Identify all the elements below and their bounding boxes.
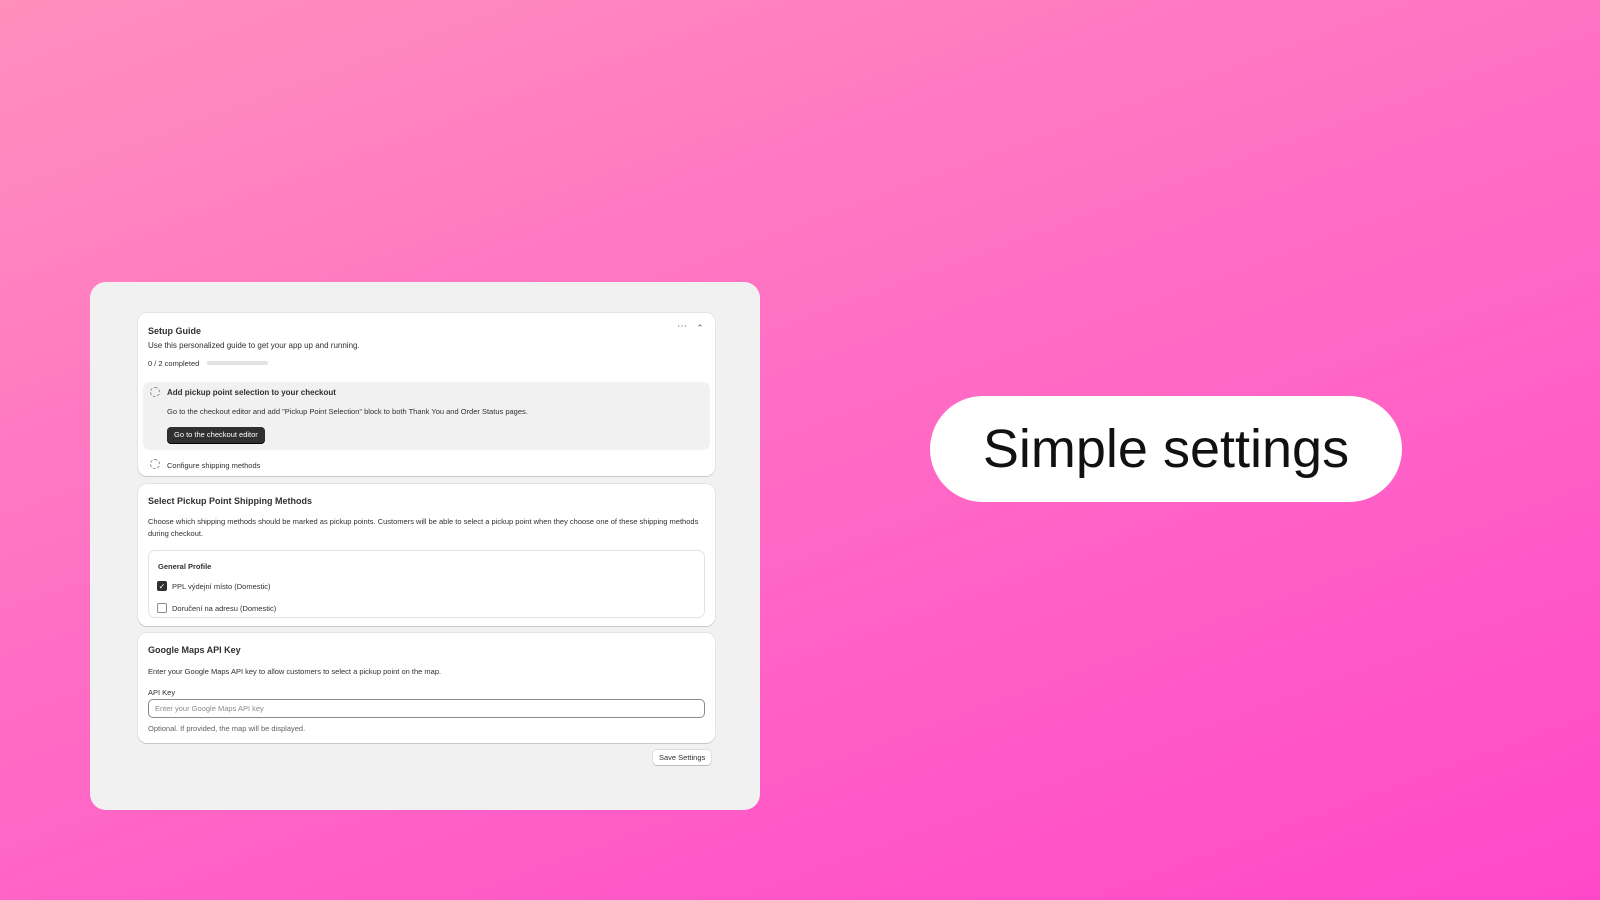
checkbox-checked[interactable]: ✓ bbox=[157, 581, 167, 591]
progress-bar bbox=[207, 361, 268, 365]
incomplete-circle-icon[interactable] bbox=[150, 459, 160, 469]
incomplete-circle-icon[interactable] bbox=[150, 387, 160, 397]
shipping-option-label[interactable]: Doručení na adresu (Domestic) bbox=[172, 604, 276, 613]
step-description: Go to the checkout editor and add "Picku… bbox=[167, 407, 528, 416]
progress-text: 0 / 2 completed bbox=[148, 359, 200, 368]
go-to-checkout-editor-button[interactable]: Go to the checkout editor bbox=[167, 427, 265, 443]
google-maps-title: Google Maps API Key bbox=[148, 645, 241, 655]
chevron-up-icon[interactable]: ⌃ bbox=[694, 322, 706, 334]
headline-pill: Simple settings bbox=[930, 396, 1402, 502]
api-key-label: API Key bbox=[148, 688, 176, 697]
step-title[interactable]: Configure shipping methods bbox=[167, 461, 260, 470]
checkbox-unchecked[interactable] bbox=[157, 603, 167, 613]
general-profile-box: General Profile ✓ PPL výdejní místo (Dom… bbox=[148, 550, 705, 618]
google-maps-description: Enter your Google Maps API key to allow … bbox=[148, 667, 442, 676]
ellipsis-icon[interactable]: ⋯ bbox=[675, 322, 689, 334]
shipping-methods-card: Select Pickup Point Shipping Methods Cho… bbox=[138, 484, 715, 626]
google-maps-card: Google Maps API Key Enter your Google Ma… bbox=[138, 633, 715, 743]
save-settings-button[interactable]: Save Settings bbox=[653, 750, 712, 765]
api-key-input[interactable] bbox=[148, 699, 705, 718]
step-title: Add pickup point selection to your check… bbox=[167, 388, 336, 397]
api-key-help-text: Optional. If provided, the map will be d… bbox=[148, 724, 306, 733]
shipping-methods-description: Choose which shipping methods should be … bbox=[148, 517, 699, 538]
setup-guide-title: Setup Guide bbox=[148, 326, 202, 336]
headline-text: Simple settings bbox=[982, 419, 1350, 479]
app-screenshot-panel: Setup Guide Use this personalized guide … bbox=[90, 282, 760, 810]
shipping-option-label[interactable]: PPL výdejní místo (Domestic) bbox=[172, 582, 271, 591]
setup-guide-subtitle: Use this personalized guide to get your … bbox=[148, 341, 360, 350]
setup-step-checkout[interactable]: Add pickup point selection to your check… bbox=[143, 382, 710, 450]
shipping-methods-title: Select Pickup Point Shipping Methods bbox=[148, 496, 313, 506]
setup-guide-card: Setup Guide Use this personalized guide … bbox=[138, 313, 715, 476]
profile-title: General Profile bbox=[158, 562, 212, 571]
